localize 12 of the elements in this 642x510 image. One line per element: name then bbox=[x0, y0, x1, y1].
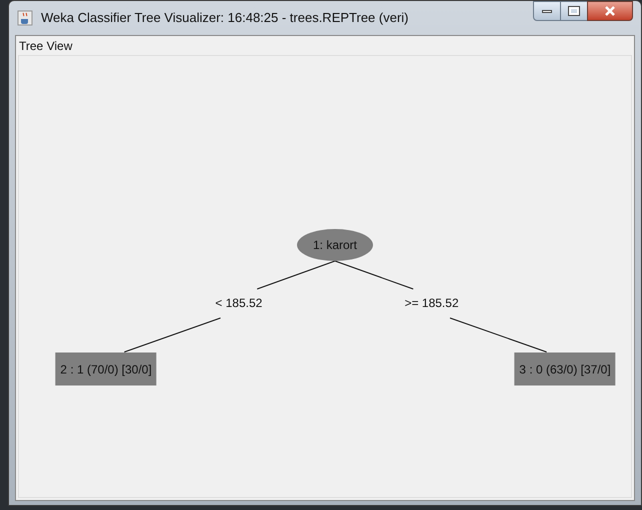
leaf-node: 2 : 1 (70/0) [30/0] bbox=[55, 352, 157, 386]
panel-title: Tree View bbox=[18, 38, 74, 55]
coffee-cup-icon bbox=[17, 10, 33, 26]
close-button[interactable] bbox=[587, 1, 633, 21]
tree-node: 1: karort bbox=[297, 229, 373, 261]
edge-label: >= 185.52 bbox=[404, 295, 459, 312]
edge-label: < 185.52 bbox=[215, 295, 262, 312]
close-icon bbox=[605, 6, 615, 16]
maximize-button[interactable] bbox=[561, 1, 587, 21]
window-title: Weka Classifier Tree Visualizer: 16:48:25 - trees.REPTree (veri) bbox=[41, 9, 409, 28]
minimize-button[interactable] bbox=[533, 1, 561, 21]
leaf-node: 3 : 0 (63/0) [37/0] bbox=[514, 352, 616, 386]
